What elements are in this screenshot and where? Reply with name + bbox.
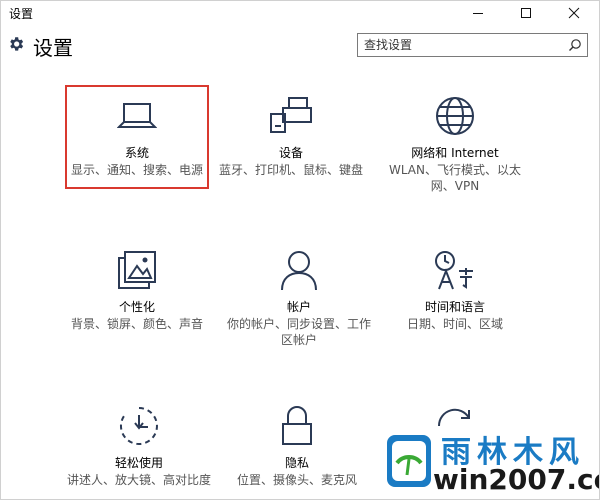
settings-window: 设置 设置 系统 显示、 [0,0,600,500]
tile-devices[interactable]: 设备 蓝牙、打印机、鼠标、键盘 [217,93,365,178]
tile-label: 帐户 [286,300,311,314]
watermark-site: win2007.com [433,463,599,496]
tile-description: 你的帐户、同步设置、工作区帐户 [226,317,371,347]
watermark: 雨林木风 win2007.com [381,425,599,499]
maximize-button[interactable] [509,1,543,25]
devices-icon [270,97,312,133]
tile-privacy[interactable]: 隐私 位置、摄像头、麦克风 [223,403,371,488]
window-title: 设置 [9,7,34,21]
tile-description: 位置、摄像头、麦克风 [236,473,357,487]
time-language-icon [435,251,473,290]
tile-description: 讲述人、放大镜、高对比度 [66,473,211,487]
tile-label: 网络和 Internet [411,146,499,160]
tile-label: 系统 [124,146,149,160]
minimize-button[interactable] [461,1,495,25]
tile-system[interactable]: 系统 显示、通知、搜索、电源 [63,93,211,178]
close-icon [568,7,580,19]
settings-header: 设置 [1,25,599,67]
close-button[interactable] [557,1,591,25]
search-input[interactable] [358,34,570,56]
gear-icon [10,37,24,51]
tile-description: 显示、通知、搜索、电源 [70,163,203,177]
tile-description: 日期、时间、区域 [406,317,503,331]
search-icon[interactable] [568,38,582,52]
tile-ease-of-access[interactable]: 轻松使用 讲述人、放大镜、高对比度 [65,403,213,488]
tile-label: 轻松使用 [114,456,163,470]
tile-label: 隐私 [284,456,309,470]
tile-label: 时间和语言 [424,300,485,314]
title-bar: 设置 [1,1,599,25]
tile-description: 背景、锁屏、颜色、声音 [70,317,203,331]
personalization-icon [118,251,156,289]
page-title: 设置 [33,36,73,60]
tile-network[interactable]: 网络和 Internet WLAN、飞行模式、以太网、VPN [381,93,529,194]
tile-label: 设备 [278,146,303,160]
tile-accounts[interactable]: 帐户 你的帐户、同步设置、工作区帐户 [225,247,373,348]
ease-of-access-icon [119,407,158,445]
tile-description: 蓝牙、打印机、鼠标、键盘 [218,163,363,177]
tile-description: WLAN、飞行模式、以太网、VPN [388,163,521,193]
laptop-icon [117,103,157,128]
globe-icon [436,97,474,135]
tile-label: 个性化 [118,300,155,314]
minimize-icon [473,13,483,14]
person-icon [281,251,317,291]
search-box[interactable] [357,33,588,57]
tile-personalization[interactable]: 个性化 背景、锁屏、颜色、声音 [63,247,211,332]
watermark-logo-icon [387,435,431,487]
maximize-icon [521,8,531,18]
tile-time-language[interactable]: 时间和语言 日期、时间、区域 [381,247,529,332]
lock-icon [282,406,312,445]
